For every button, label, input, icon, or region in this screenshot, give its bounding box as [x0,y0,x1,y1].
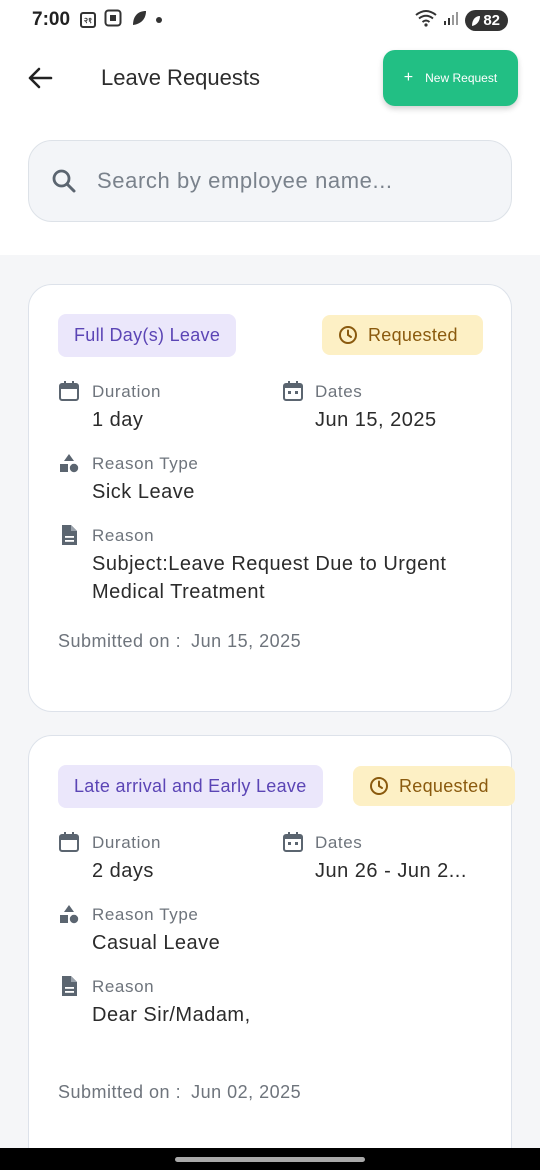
status-right-icons: 82 [415,9,508,32]
calendar-icon [59,832,79,852]
duration-value: 1 day [92,409,144,431]
search-icon [52,169,76,193]
status-label: Requested [399,775,489,796]
reason-type-label: Reason Type [92,905,199,924]
document-icon [62,525,77,545]
back-button[interactable] [22,60,58,96]
leave-type-badge: Late arrival and Early Leave [58,765,323,808]
reason-type-label: Reason Type [92,454,199,473]
reason-value: Dear Sir/Madam, [92,1004,251,1026]
reason-type-value: Casual Leave [92,932,221,954]
battery-icon: 82 [465,10,508,31]
status-badge: Requested [353,766,515,806]
date-range-icon [283,381,303,401]
status-bar: 7:00 २१ 82 [0,0,540,40]
calendar-icon [59,381,79,401]
search-input[interactable] [97,168,457,194]
dates-label: Dates [315,382,363,401]
submitted-on: Submitted on : Jun 15, 2025 [58,631,301,652]
page-title: Leave Requests [101,65,260,90]
reason-type-value: Sick Leave [92,481,195,503]
dates-value: Jun 15, 2025 [315,409,437,431]
status-time: 7:00 [32,9,71,30]
submitted-on-label: Submitted on : [58,1082,182,1102]
status-label: Requested [368,324,458,345]
new-request-label: New Request [425,71,498,85]
notification-icon: २१ [80,12,97,28]
screenshot-icon [104,9,122,32]
category-icon [60,905,79,924]
arrow-left-icon [28,67,53,89]
submitted-on: Submitted on : Jun 02, 2025 [58,1082,301,1103]
leave-type-badge: Full Day(s) Leave [58,314,237,357]
document-icon [62,976,77,996]
reason-label: Reason [92,977,155,996]
dot-icon [156,17,163,23]
header: Leave Requests + New Request [0,40,540,255]
clock-icon [339,326,357,344]
clock-icon [370,777,388,795]
status-left-icons: २१ [80,9,163,32]
duration-label: Duration [92,382,162,401]
category-icon [60,454,79,473]
date-range-icon [283,832,303,852]
dates-label: Dates [315,833,363,852]
duration-label: Duration [92,833,162,852]
status-badge: Requested [322,315,483,355]
search-box[interactable] [28,140,512,222]
reason-label: Reason [92,526,155,545]
home-gesture-handle[interactable] [175,1157,365,1162]
submitted-on-date: Jun 02, 2025 [191,1082,302,1102]
submitted-on-label: Submitted on : [58,631,182,651]
submitted-on-date: Jun 15, 2025 [191,631,302,651]
dates-value: Jun 26 - Jun 2... [315,860,467,882]
duration-value: 2 days [92,860,154,882]
system-nav-bar [0,1148,540,1170]
leave-request-card[interactable]: Late arrival and Early Leave Requested D… [28,735,515,1170]
signal-icon [443,10,459,31]
new-request-button[interactable]: + New Request [383,50,518,106]
reason-value: Subject:Leave Request Due to Urgent Medi… [92,553,447,603]
leave-request-card[interactable]: Full Day(s) Leave Requested Duration 1 d… [28,284,512,712]
plus-icon: + [403,69,414,86]
battery-level: 82 [483,12,500,29]
leaf-icon [130,9,148,32]
wifi-icon [415,9,437,32]
